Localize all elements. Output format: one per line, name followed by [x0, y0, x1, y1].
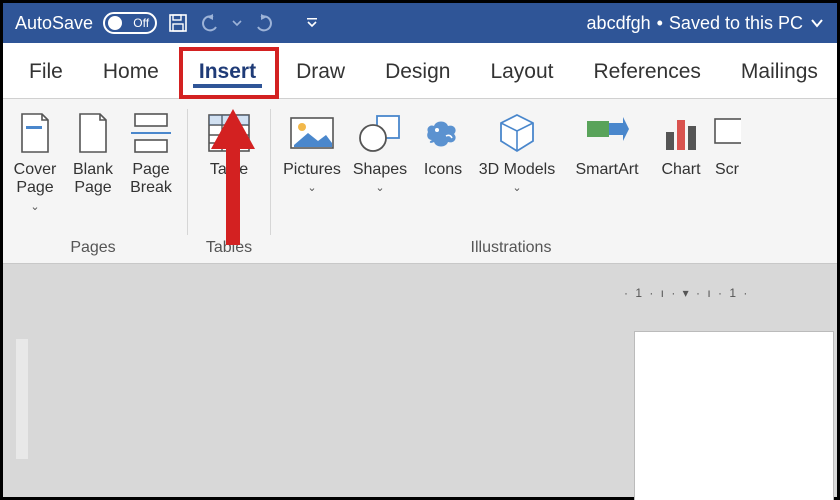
- smartart-button[interactable]: SmartArt: [563, 103, 651, 179]
- annotation-highlight: [179, 47, 279, 99]
- shapes-button[interactable]: Shapes ⌄: [347, 103, 413, 194]
- ribbon: Cover Page ⌄ Blank Page Page Break Pages: [3, 99, 837, 264]
- document-area: · 1 · ı · ▾ · ı · 1 ·: [6, 267, 834, 494]
- screenshot-button[interactable]: Scr: [711, 103, 743, 179]
- screenshot-label: Scr: [715, 161, 739, 179]
- 3d-models-icon: [493, 109, 541, 157]
- group-pages-label: Pages: [70, 237, 115, 261]
- save-status-text: Saved to this PC: [669, 13, 803, 34]
- group-tables-label: Tables: [206, 237, 252, 261]
- chevron-down-icon: ⌄: [224, 181, 233, 194]
- tab-file[interactable]: File: [9, 48, 83, 94]
- group-tables: Table ⌄ Tables: [192, 99, 266, 263]
- autosave-toggle[interactable]: Off: [103, 12, 157, 34]
- tab-home[interactable]: Home: [83, 48, 179, 94]
- cover-page-label: Cover Page: [9, 161, 61, 198]
- table-label: Table: [210, 161, 248, 179]
- icons-label: Icons: [424, 161, 462, 179]
- user-name: abcdfgh: [587, 13, 651, 34]
- tab-design[interactable]: Design: [365, 48, 470, 94]
- chart-icon: [657, 109, 705, 157]
- ruler-text: · 1 · ı · ▾ · ı · 1 ·: [624, 286, 749, 300]
- chart-button[interactable]: Chart: [653, 103, 709, 179]
- pictures-label: Pictures: [283, 161, 341, 179]
- chevron-down-icon: ⌄: [512, 181, 521, 194]
- status-sep: •: [657, 13, 663, 34]
- 3d-models-label: 3D Models: [479, 161, 555, 179]
- chevron-down-icon: [809, 15, 825, 31]
- undo-icon[interactable]: [199, 12, 221, 34]
- pictures-icon: [288, 109, 336, 157]
- 3d-models-button[interactable]: 3D Models ⌄: [473, 103, 561, 194]
- autosave-state: Off: [133, 16, 149, 30]
- blank-page-label: Blank Page: [67, 161, 119, 198]
- cover-page-button[interactable]: Cover Page ⌄: [7, 103, 63, 213]
- autosave-label: AutoSave: [15, 13, 93, 34]
- pictures-button[interactable]: Pictures ⌄: [279, 103, 345, 194]
- titlebar: AutoSave Off abcdfgh • Saved to this PC: [3, 3, 837, 43]
- horizontal-ruler[interactable]: · 1 · ı · ▾ · ı · 1 ·: [624, 281, 834, 305]
- save-icon[interactable]: [167, 12, 189, 34]
- smartart-icon: [583, 109, 631, 157]
- chevron-down-icon: ⌄: [375, 181, 384, 194]
- tab-draw[interactable]: Draw: [276, 48, 365, 94]
- page-break-label: Page Break: [125, 161, 177, 198]
- smartart-label: SmartArt: [575, 161, 638, 179]
- tab-references[interactable]: References: [574, 48, 721, 94]
- chevron-down-icon: ⌄: [30, 200, 39, 213]
- group-pages: Cover Page ⌄ Blank Page Page Break Pages: [3, 99, 183, 263]
- icons-button[interactable]: Icons: [415, 103, 471, 179]
- tab-layout[interactable]: Layout: [470, 48, 573, 94]
- undo-dropdown-icon[interactable]: [231, 12, 243, 34]
- document-page[interactable]: [634, 331, 834, 500]
- screenshot-icon: [713, 109, 741, 157]
- icons-icon: [419, 109, 467, 157]
- table-button[interactable]: Table ⌄: [196, 103, 262, 194]
- qat-customize-icon[interactable]: [301, 12, 323, 34]
- page-break-icon: [127, 109, 175, 157]
- chart-label: Chart: [661, 161, 700, 179]
- group-separator: [270, 109, 271, 235]
- shapes-label: Shapes: [353, 161, 407, 179]
- page-break-button[interactable]: Page Break: [123, 103, 179, 198]
- group-illustrations: Pictures ⌄ Shapes ⌄ Icons: [275, 99, 747, 263]
- cover-page-icon: [11, 109, 59, 157]
- group-separator: [187, 109, 188, 235]
- table-icon: [205, 109, 253, 157]
- blank-page-button[interactable]: Blank Page: [65, 103, 121, 198]
- blank-page-icon: [69, 109, 117, 157]
- document-status[interactable]: abcdfgh • Saved to this PC: [587, 13, 825, 34]
- tab-mailings[interactable]: Mailings: [721, 48, 838, 94]
- ribbon-tabs: File Home Insert Draw Design Layout Refe…: [3, 43, 837, 99]
- toggle-knob: [108, 16, 122, 30]
- chevron-down-icon: ⌄: [307, 181, 316, 194]
- shapes-icon: [356, 109, 404, 157]
- vertical-ruler-stub: [16, 339, 28, 459]
- group-illustrations-label: Illustrations: [471, 237, 552, 261]
- redo-icon[interactable]: [253, 12, 275, 34]
